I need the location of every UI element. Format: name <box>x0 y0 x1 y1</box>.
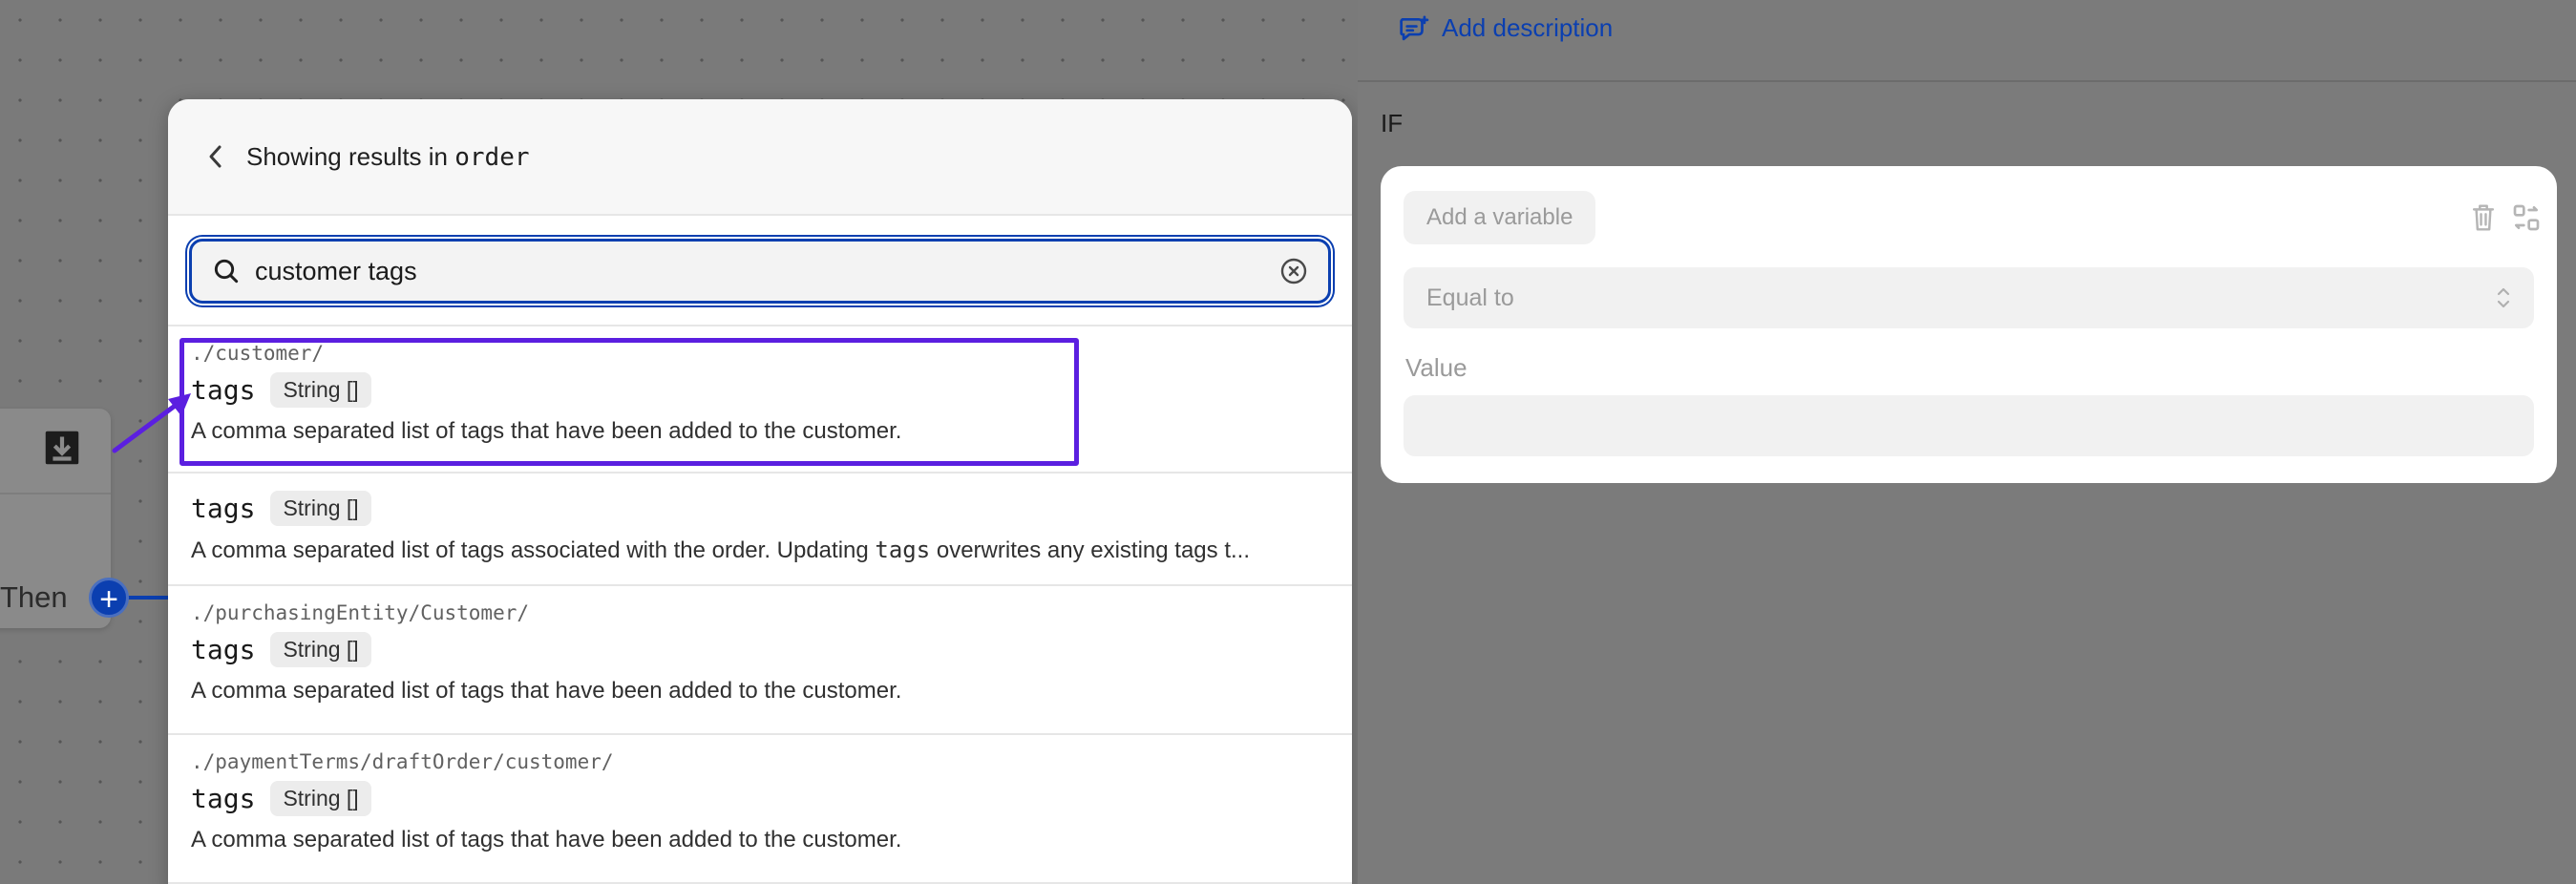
title-prefix: Showing results in <box>246 141 455 171</box>
result-name: tags <box>191 492 256 524</box>
dialog-title: Showing results in order <box>246 142 530 172</box>
result-item[interactable]: ./paymentTerms/draftOrder/customer/ tags… <box>168 735 1352 884</box>
search-icon <box>214 259 239 284</box>
search-input[interactable] <box>242 256 1278 286</box>
description-text: overwrites any existing tags t... <box>930 537 1250 563</box>
chevron-left-icon <box>209 145 222 168</box>
type-badge: String [] <box>270 780 371 816</box>
operator-value: Equal to <box>1426 284 1514 311</box>
search-box <box>189 239 1331 304</box>
result-description: A comma separated list of tags that have… <box>191 418 902 444</box>
variable-picker-dialog: Showing results in order ./customer/ tag… <box>168 99 1352 884</box>
swap-icon[interactable] <box>2511 202 2542 233</box>
result-name-row: tags String [] <box>191 777 1352 819</box>
node-divider <box>0 493 111 495</box>
condition-card: Add a variable Equal to Value <box>1381 166 2557 483</box>
description-code: tags <box>875 537 931 563</box>
trash-icon[interactable] <box>2469 202 2498 233</box>
result-item[interactable]: ./customer/ tags String [] A comma separ… <box>168 326 1352 474</box>
result-name: tags <box>191 633 256 665</box>
search-area <box>168 216 1352 326</box>
comment-icon <box>1400 15 1429 40</box>
if-label: IF <box>1381 109 1404 137</box>
result-item[interactable]: ./purchasingEntity/Customer/ tags String… <box>168 586 1352 735</box>
result-path: ./paymentTerms/draftOrder/customer/ <box>191 750 614 773</box>
result-description: A comma separated list of tags that have… <box>191 827 902 852</box>
result-name: tags <box>191 782 256 814</box>
title-scope: order <box>454 142 530 172</box>
add-step-button[interactable]: + <box>89 578 129 618</box>
result-item[interactable]: tags String [] A comma separated list of… <box>168 474 1352 586</box>
back-button[interactable] <box>201 141 231 172</box>
arrow-annotation <box>112 393 191 453</box>
type-badge: String [] <box>270 490 371 526</box>
value-label: Value <box>1405 353 1467 382</box>
result-description: A comma separated list of tags that have… <box>191 678 902 704</box>
result-description: A comma separated list of tags associate… <box>191 529 1352 571</box>
dialog-header: Showing results in order <box>168 99 1352 216</box>
value-input[interactable] <box>1404 395 2534 456</box>
type-badge: String [] <box>270 631 371 667</box>
operator-select[interactable]: Equal to <box>1404 267 2534 328</box>
result-name-row: tags String [] <box>191 628 1352 670</box>
result-name: tags <box>191 373 256 406</box>
result-name-row: tags String [] <box>191 368 1352 410</box>
select-chevron-icon <box>2497 287 2510 308</box>
type-badge: String [] <box>270 371 371 408</box>
panel-divider <box>1358 80 2576 82</box>
result-name-row: tags String [] <box>191 487 1352 529</box>
then-label: Then <box>0 580 68 614</box>
download-icon <box>45 431 79 465</box>
condition-panel: Add description IF Add a variable Equal … <box>1358 0 2576 884</box>
add-description-label: Add description <box>1442 13 1614 42</box>
result-path: ./customer/ <box>191 342 325 365</box>
connector-line <box>128 596 172 600</box>
result-path: ./purchasingEntity/Customer/ <box>191 601 530 624</box>
clear-icon[interactable] <box>1278 256 1309 286</box>
add-variable-button[interactable]: Add a variable <box>1404 191 1596 244</box>
add-description-link[interactable]: Add description <box>1398 13 1613 43</box>
description-text: A comma separated list of tags associate… <box>191 537 876 563</box>
